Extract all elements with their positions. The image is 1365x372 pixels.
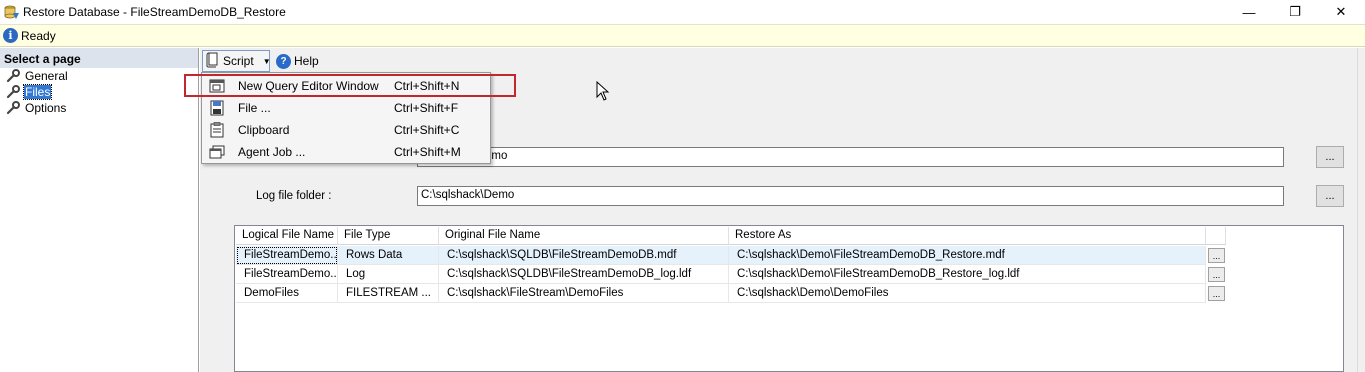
status-bar: i Ready xyxy=(0,24,1365,47)
table-row-1-original-file[interactable]: C:\sqlshack\SQLDB\FileStreamDemoDB_log.l… xyxy=(439,265,729,284)
maximize-button[interactable]: ❐ xyxy=(1272,0,1318,24)
data-file-folder-input[interactable]: emo xyxy=(417,147,1284,167)
menu-item-clipboard[interactable]: Clipboard Ctrl+Shift+C xyxy=(204,119,490,141)
window-title: Restore Database - FileStreamDemoDB_Rest… xyxy=(23,5,286,19)
clipboard-icon xyxy=(207,122,227,138)
table-row-1-restore-as[interactable]: C:\sqlshack\Demo\FileStreamDemoDB_Restor… xyxy=(729,265,1206,284)
close-button[interactable]: ✕ xyxy=(1318,0,1364,24)
wrench-icon xyxy=(6,85,20,99)
menu-item-shortcut: Ctrl+Shift+M xyxy=(394,145,461,159)
data-folder-browse-button[interactable]: ... xyxy=(1316,146,1344,168)
column-header-logical-name[interactable]: Logical File Name xyxy=(236,227,338,245)
page-item-label: Options xyxy=(25,101,67,115)
page-item-options[interactable]: Options xyxy=(6,100,67,116)
row-2-browse-button[interactable]: ... xyxy=(1208,286,1225,301)
log-file-folder-input[interactable]: C:\sqlshack\Demo xyxy=(417,186,1284,206)
dropdown-arrow-icon: ▼ xyxy=(262,56,271,66)
page-item-general[interactable]: General xyxy=(6,68,69,84)
menu-item-shortcut: Ctrl+Shift+C xyxy=(394,123,460,137)
restore-files-grid[interactable]: Logical File Name File Type Original Fil… xyxy=(234,225,1344,372)
log-folder-browse-button[interactable]: ... xyxy=(1316,185,1344,207)
title-bar: Restore Database - FileStreamDemoDB_Rest… xyxy=(0,0,1365,24)
row-1-browse-button[interactable]: ... xyxy=(1208,267,1225,282)
menu-item-label: File ... xyxy=(238,101,271,115)
page-item-label: Files xyxy=(22,84,53,100)
table-row-1-file-type[interactable]: Log xyxy=(338,265,439,284)
table-row-2-restore-as[interactable]: C:\sqlshack\Demo\DemoFiles xyxy=(729,284,1206,303)
page-item-label: General xyxy=(25,69,68,83)
column-header-file-type[interactable]: File Type xyxy=(338,227,439,245)
status-text: Ready xyxy=(21,29,56,43)
help-icon: ? xyxy=(276,53,291,69)
menu-item-agent-job[interactable]: Agent Job ... Ctrl+Shift+M xyxy=(204,141,490,163)
mouse-pointer-icon xyxy=(596,80,610,104)
script-icon xyxy=(206,52,220,71)
table-row-0-original-file[interactable]: C:\sqlshack\SQLDB\FileStreamDemoDB.mdf xyxy=(439,246,729,265)
help-button[interactable]: ? Help xyxy=(276,50,319,72)
table-row-0-restore-as[interactable]: C:\sqlshack\Demo\FileStreamDemoDB_Restor… xyxy=(729,246,1206,265)
column-header-blank xyxy=(1206,227,1226,245)
highlight-annotation-box xyxy=(184,74,516,97)
table-row-0-file-type[interactable]: Rows Data xyxy=(338,246,439,265)
table-row-0-logical-name[interactable]: FileStreamDemo... xyxy=(236,246,338,265)
menu-item-file[interactable]: File ... Ctrl+Shift+F xyxy=(204,97,490,119)
info-icon: i xyxy=(3,28,18,43)
table-row-2-original-file[interactable]: C:\sqlshack\FileStream\DemoFiles xyxy=(439,284,729,303)
row-0-browse-button[interactable]: ... xyxy=(1208,248,1225,263)
page-selector-header: Select a page xyxy=(0,48,198,68)
table-row-2-logical-name[interactable]: DemoFiles xyxy=(236,284,338,303)
restore-database-icon xyxy=(4,4,20,20)
column-header-restore-as[interactable]: Restore As xyxy=(729,227,1206,245)
agent-job-icon xyxy=(207,144,227,160)
save-file-icon xyxy=(207,100,227,116)
menu-item-label: Clipboard xyxy=(238,123,290,137)
log-file-folder-label: Log file folder : xyxy=(256,190,332,202)
script-button-label: Script xyxy=(223,54,254,68)
vertical-scrollbar[interactable] xyxy=(1357,48,1365,372)
menu-item-shortcut: Ctrl+Shift+F xyxy=(394,101,459,115)
toolbar: Script ▼ ? Help xyxy=(200,48,1365,73)
script-button[interactable]: Script ▼ xyxy=(202,50,271,72)
column-header-original-file-name[interactable]: Original File Name xyxy=(439,227,729,245)
page-selector-pane: Select a page General Files Options xyxy=(0,48,199,372)
wrench-icon xyxy=(6,69,20,83)
table-row-1-logical-name[interactable]: FileStreamDemo... xyxy=(236,265,338,284)
wrench-icon xyxy=(6,101,20,115)
page-item-files[interactable]: Files xyxy=(6,84,53,100)
table-row-2-file-type[interactable]: FILESTREAM ... xyxy=(338,284,439,303)
help-button-label: Help xyxy=(294,54,319,68)
menu-item-label: Agent Job ... xyxy=(238,145,306,159)
minimize-button[interactable]: — xyxy=(1226,0,1272,24)
